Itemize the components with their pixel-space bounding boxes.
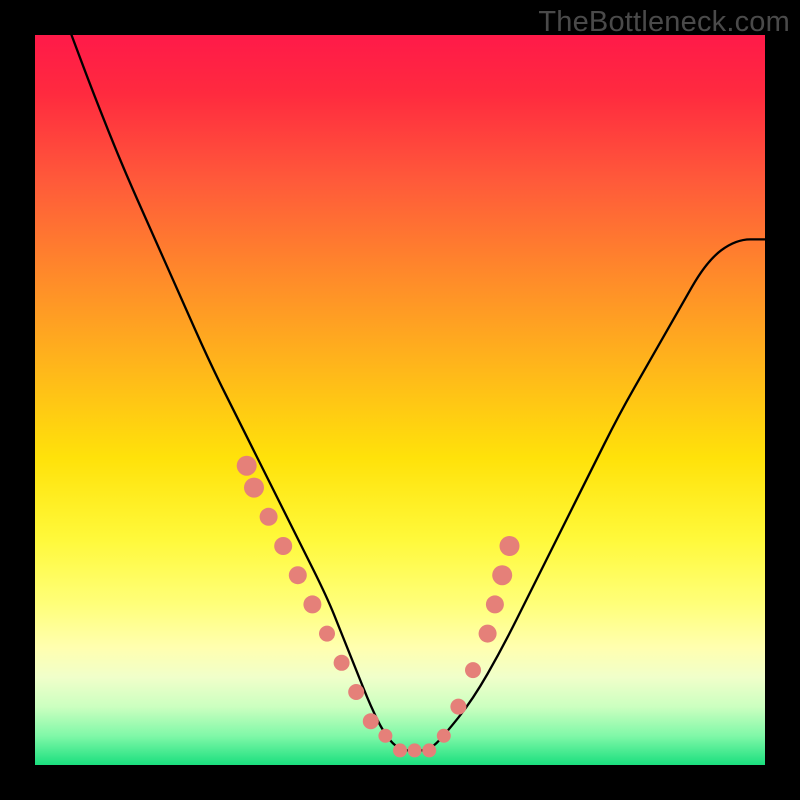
plot-area bbox=[35, 35, 765, 765]
marker-dot bbox=[422, 743, 436, 757]
marker-dot bbox=[492, 565, 512, 585]
marker-dot bbox=[348, 684, 364, 700]
marker-dot bbox=[450, 699, 466, 715]
marker-dot bbox=[378, 729, 392, 743]
marker-dot bbox=[274, 537, 292, 555]
marker-dot bbox=[465, 662, 481, 678]
marker-dot bbox=[244, 478, 264, 498]
marker-dot bbox=[486, 595, 504, 613]
marker-dot bbox=[334, 655, 350, 671]
marker-dot bbox=[437, 729, 451, 743]
bottleneck-curve bbox=[72, 35, 766, 750]
marker-dot bbox=[260, 508, 278, 526]
marker-dot bbox=[363, 713, 379, 729]
marker-dot bbox=[479, 625, 497, 643]
marker-dot bbox=[393, 743, 407, 757]
marker-dot bbox=[303, 595, 321, 613]
marker-dot bbox=[289, 566, 307, 584]
marker-dot bbox=[319, 626, 335, 642]
marker-dot bbox=[408, 743, 422, 757]
chart-svg bbox=[35, 35, 765, 765]
marker-dot bbox=[237, 456, 257, 476]
chart-frame: TheBottleneck.com bbox=[0, 0, 800, 800]
marker-dot bbox=[500, 536, 520, 556]
